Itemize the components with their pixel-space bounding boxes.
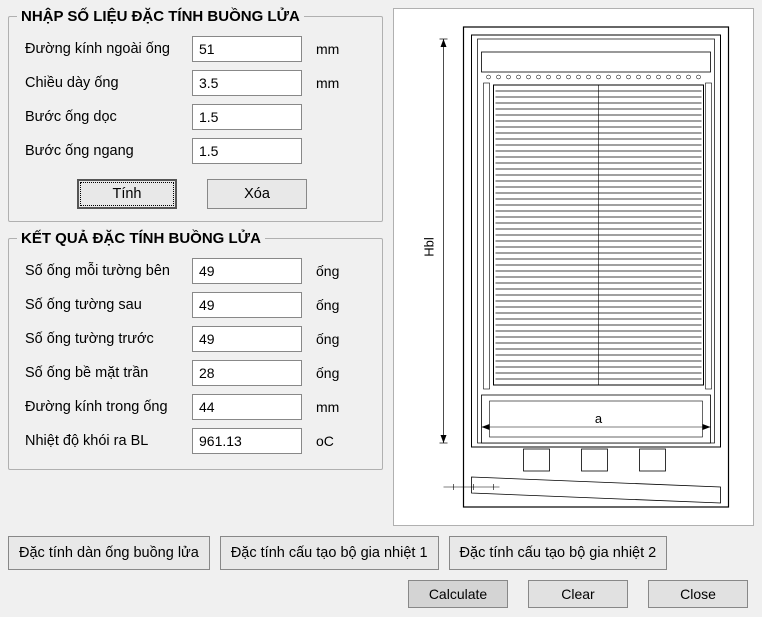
output-section: KẾT QUẢ ĐẶC TÍNH BUỒNG LỬA Số ống mỗi tư… bbox=[8, 230, 383, 470]
field-row: Số ống tường sau ống bbox=[17, 291, 374, 319]
tubes-rear-output[interactable] bbox=[192, 292, 302, 318]
field-row: Đường kính ngoài ống mm bbox=[17, 35, 374, 63]
field-row: Bước ống ngang bbox=[17, 137, 374, 165]
field-row: Nhiệt độ khói ra BL oC bbox=[17, 427, 374, 455]
field-row: Số ống bề mặt trần ống bbox=[17, 359, 374, 387]
inner-diameter-output[interactable] bbox=[192, 394, 302, 420]
input-section-title: NHẬP SỐ LIỆU ĐẶC TÍNH BUỒNG LỬA bbox=[17, 8, 304, 25]
thickness-input[interactable] bbox=[192, 70, 302, 96]
tab-bar: Đặc tính dàn ống buồng lửa Đặc tính cấu … bbox=[8, 536, 754, 570]
field-unit: ống bbox=[316, 263, 339, 279]
field-row: Số ống mỗi tường bên ống bbox=[17, 257, 374, 285]
tubes-ceiling-output[interactable] bbox=[192, 360, 302, 386]
compute-button[interactable]: Tính bbox=[77, 179, 177, 209]
clear-button[interactable]: Clear bbox=[528, 580, 628, 608]
calculate-button[interactable]: Calculate bbox=[408, 580, 508, 608]
field-row: Đường kính trong ống mm bbox=[17, 393, 374, 421]
tab-furnace-tubes[interactable]: Đặc tính dàn ống buồng lửa bbox=[8, 536, 210, 570]
field-unit: ống bbox=[316, 365, 339, 381]
field-unit: ống bbox=[316, 331, 339, 347]
field-label: Số ống tường sau bbox=[17, 297, 192, 313]
outer-diameter-input[interactable] bbox=[192, 36, 302, 62]
pitch-vertical-input[interactable] bbox=[192, 104, 302, 130]
field-row: Chiều dày ống mm bbox=[17, 69, 374, 97]
action-bar: Calculate Clear Close bbox=[8, 580, 754, 608]
field-label: Số ống bề mặt trần bbox=[17, 365, 192, 381]
field-unit: mm bbox=[316, 41, 339, 57]
field-row: Số ống tường trước ống bbox=[17, 325, 374, 353]
tubes-front-output[interactable] bbox=[192, 326, 302, 352]
field-label: Bước ống dọc bbox=[17, 109, 192, 125]
pitch-horizontal-input[interactable] bbox=[192, 138, 302, 164]
exit-temp-output[interactable] bbox=[192, 428, 302, 454]
clear-inputs-button[interactable]: Xóa bbox=[207, 179, 307, 209]
field-unit: mm bbox=[316, 399, 339, 415]
dim-label-a: a bbox=[595, 411, 603, 426]
field-label: Nhiệt độ khói ra BL bbox=[17, 433, 192, 449]
furnace-diagram: Hbl a bbox=[393, 8, 754, 526]
field-label: Chiều dày ống bbox=[17, 75, 192, 91]
field-unit: mm bbox=[316, 75, 339, 91]
field-label: Số ống mỗi tường bên bbox=[17, 263, 192, 279]
field-label: Bước ống ngang bbox=[17, 143, 192, 159]
field-unit: oC bbox=[316, 433, 334, 449]
input-section: NHẬP SỐ LIỆU ĐẶC TÍNH BUỒNG LỬA Đường kí… bbox=[8, 8, 383, 222]
field-label: Số ống tường trước bbox=[17, 331, 192, 347]
dim-label-h: Hbl bbox=[422, 237, 437, 257]
tab-heater-2[interactable]: Đặc tính cấu tạo bộ gia nhiệt 2 bbox=[449, 536, 668, 570]
tab-heater-1[interactable]: Đặc tính cấu tạo bộ gia nhiệt 1 bbox=[220, 536, 439, 570]
field-label: Đường kính ngoài ống bbox=[17, 41, 192, 57]
output-section-title: KẾT QUẢ ĐẶC TÍNH BUỒNG LỬA bbox=[17, 230, 265, 247]
furnace-svg: Hbl a bbox=[402, 17, 745, 517]
tubes-side-output[interactable] bbox=[192, 258, 302, 284]
field-row: Bước ống dọc bbox=[17, 103, 374, 131]
field-label: Đường kính trong ống bbox=[17, 399, 192, 415]
field-unit: ống bbox=[316, 297, 339, 313]
close-button[interactable]: Close bbox=[648, 580, 748, 608]
